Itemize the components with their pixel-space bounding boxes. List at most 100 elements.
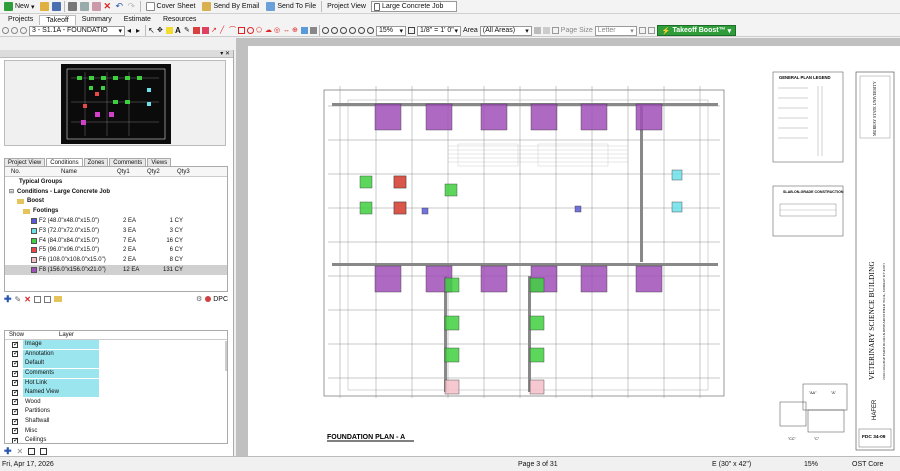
delete-icon[interactable]: ✕	[17, 447, 24, 456]
footing-marker[interactable]	[635, 265, 663, 293]
zoom-page-icon[interactable]	[367, 27, 374, 34]
footing-marker[interactable]	[671, 201, 683, 213]
layer-show-checkbox[interactable]	[12, 417, 19, 427]
layers-scrollbar[interactable]	[225, 341, 227, 371]
zoom-select[interactable]: 15% ▾	[376, 25, 406, 36]
stamp-icon[interactable]: ◎	[274, 27, 281, 34]
rectangle-icon[interactable]	[238, 27, 245, 34]
page-thumbnail[interactable]	[4, 60, 226, 146]
add-icon[interactable]: ✚	[4, 446, 12, 457]
group-boost[interactable]: Boost	[5, 197, 227, 207]
footing-marker[interactable]	[359, 175, 373, 189]
layer-row[interactable]: Hot Link	[5, 378, 227, 388]
page-size-select[interactable]: Letter ▾	[594, 25, 637, 36]
scale-select[interactable]: 1/8" = 1' 0" ▾	[417, 25, 461, 36]
fullscreen-icon[interactable]	[408, 27, 415, 34]
layer-row[interactable]: Partitions	[5, 407, 227, 417]
footing-marker[interactable]	[421, 207, 429, 215]
footing-marker[interactable]	[374, 265, 402, 293]
zoom-in-icon[interactable]	[331, 27, 338, 34]
tab-conditions[interactable]: Conditions	[46, 158, 83, 166]
layer-show-checkbox[interactable]	[12, 369, 19, 379]
layer-show-checkbox[interactable]	[12, 388, 19, 398]
tab-project-view[interactable]: Project View	[4, 158, 46, 166]
footing-marker[interactable]	[444, 277, 460, 293]
image-icon[interactable]	[301, 27, 308, 34]
zoom-out-icon[interactable]	[340, 27, 347, 34]
condition-row[interactable]: F2 (48.0"x48.0"x15.0") 2 EA 1 CY	[5, 216, 227, 226]
new-button[interactable]: New ▾	[2, 1, 37, 13]
footing-marker[interactable]	[580, 103, 608, 131]
col-qty1[interactable]: Qty1	[117, 169, 147, 175]
condition-row[interactable]: F4 (84.0"x84.0"x15.0") 7 EA 16 CY	[5, 236, 227, 246]
condition-row[interactable]: F3 (72.0"x72.0"x15.0") 3 EA 3 CY	[5, 226, 227, 236]
calibrate-icon[interactable]	[310, 27, 317, 34]
col-layer[interactable]: Layer	[25, 332, 105, 338]
tab-estimate[interactable]: Estimate	[118, 15, 157, 25]
drawing-sheet[interactable]: FOUNDATION PLAN - A GENERAL PLAN LEGEND …	[248, 46, 900, 456]
layer-show-checkbox[interactable]	[12, 407, 19, 417]
layer-row[interactable]: Comments	[5, 369, 227, 379]
pan-icon[interactable]: ✥	[157, 27, 164, 34]
text-icon[interactable]: A	[175, 27, 182, 35]
area-select[interactable]: (All Areas) ▾	[479, 25, 532, 36]
delete-icon[interactable]: ✕	[104, 2, 113, 11]
condition-row[interactable]: F5 (96.0"x96.0"x15.0") 2 EA 6 CY	[5, 246, 227, 256]
layer-row[interactable]: Default	[5, 359, 227, 369]
save-icon[interactable]	[51, 2, 61, 11]
delete-icon[interactable]: ✕	[24, 295, 31, 304]
col-qty3[interactable]: Qty3	[177, 169, 207, 175]
check-all-icon[interactable]	[28, 447, 36, 455]
layer-show-checkbox[interactable]	[12, 426, 19, 436]
cover-sheet-button[interactable]: Cover Sheet	[144, 1, 198, 13]
uncheck-all-icon[interactable]	[40, 447, 48, 455]
col-name[interactable]: Name	[25, 169, 117, 175]
polygon-icon[interactable]: ⬠	[256, 27, 263, 34]
line-color-icon[interactable]	[202, 27, 209, 34]
tab-comments[interactable]: Comments	[109, 158, 147, 166]
tab-zones[interactable]: Zones	[83, 158, 109, 166]
paste-icon[interactable]	[91, 2, 101, 11]
layer-row[interactable]: Annotation	[5, 349, 227, 359]
footing-marker[interactable]	[374, 103, 402, 131]
col-no[interactable]: No.	[5, 169, 25, 175]
takeoff-boost-button[interactable]: ⚡ Takeoff Boost™ ▾	[656, 25, 737, 36]
pin-icon[interactable]: ▾ ✕	[220, 50, 230, 57]
collapse-icon[interactable]: ⊟	[9, 188, 14, 195]
fill-color-icon[interactable]	[193, 27, 200, 34]
footing-marker[interactable]	[359, 201, 373, 215]
edit-icon[interactable]: ✎	[15, 295, 22, 304]
layer-show-checkbox[interactable]	[12, 340, 19, 350]
print-preview-icon[interactable]	[647, 27, 655, 34]
open-folder-icon[interactable]	[39, 2, 49, 11]
group-typical[interactable]: Typical Groups	[5, 177, 227, 187]
redo-icon[interactable]: ↷	[128, 2, 137, 11]
layer-show-checkbox[interactable]	[12, 349, 19, 359]
col-qty2[interactable]: Qty2	[147, 169, 177, 175]
prev-page-icon[interactable]: ◂	[127, 27, 134, 35]
orientation-icon[interactable]	[638, 27, 646, 34]
measure-icon[interactable]: ⊕	[292, 27, 299, 34]
footing-marker[interactable]	[393, 175, 407, 189]
footing-marker[interactable]	[574, 205, 582, 213]
cloud-icon[interactable]: ☁	[265, 27, 272, 34]
footing-marker[interactable]	[425, 103, 453, 131]
footing-marker[interactable]	[480, 265, 508, 293]
footing-marker[interactable]	[529, 315, 545, 331]
forward-icon[interactable]	[11, 27, 18, 34]
paste-icon[interactable]	[43, 295, 51, 303]
footing-marker[interactable]	[529, 347, 545, 363]
tab-summary[interactable]: Summary	[76, 15, 118, 25]
undo-icon[interactable]: ↶	[116, 2, 125, 11]
footing-marker[interactable]	[444, 347, 460, 363]
layer-row[interactable]: Image	[5, 340, 227, 350]
footing-marker[interactable]	[580, 265, 608, 293]
tab-resources[interactable]: Resources	[157, 15, 202, 25]
arrow-tool-icon[interactable]: ↗	[211, 27, 218, 34]
layer-show-checkbox[interactable]	[12, 436, 19, 443]
footing-marker[interactable]	[444, 183, 458, 197]
footing-marker[interactable]	[444, 379, 460, 395]
footing-marker[interactable]	[530, 103, 558, 131]
layer-row[interactable]: Named View	[5, 388, 227, 398]
send-to-file-button[interactable]: Send To File	[264, 1, 318, 13]
